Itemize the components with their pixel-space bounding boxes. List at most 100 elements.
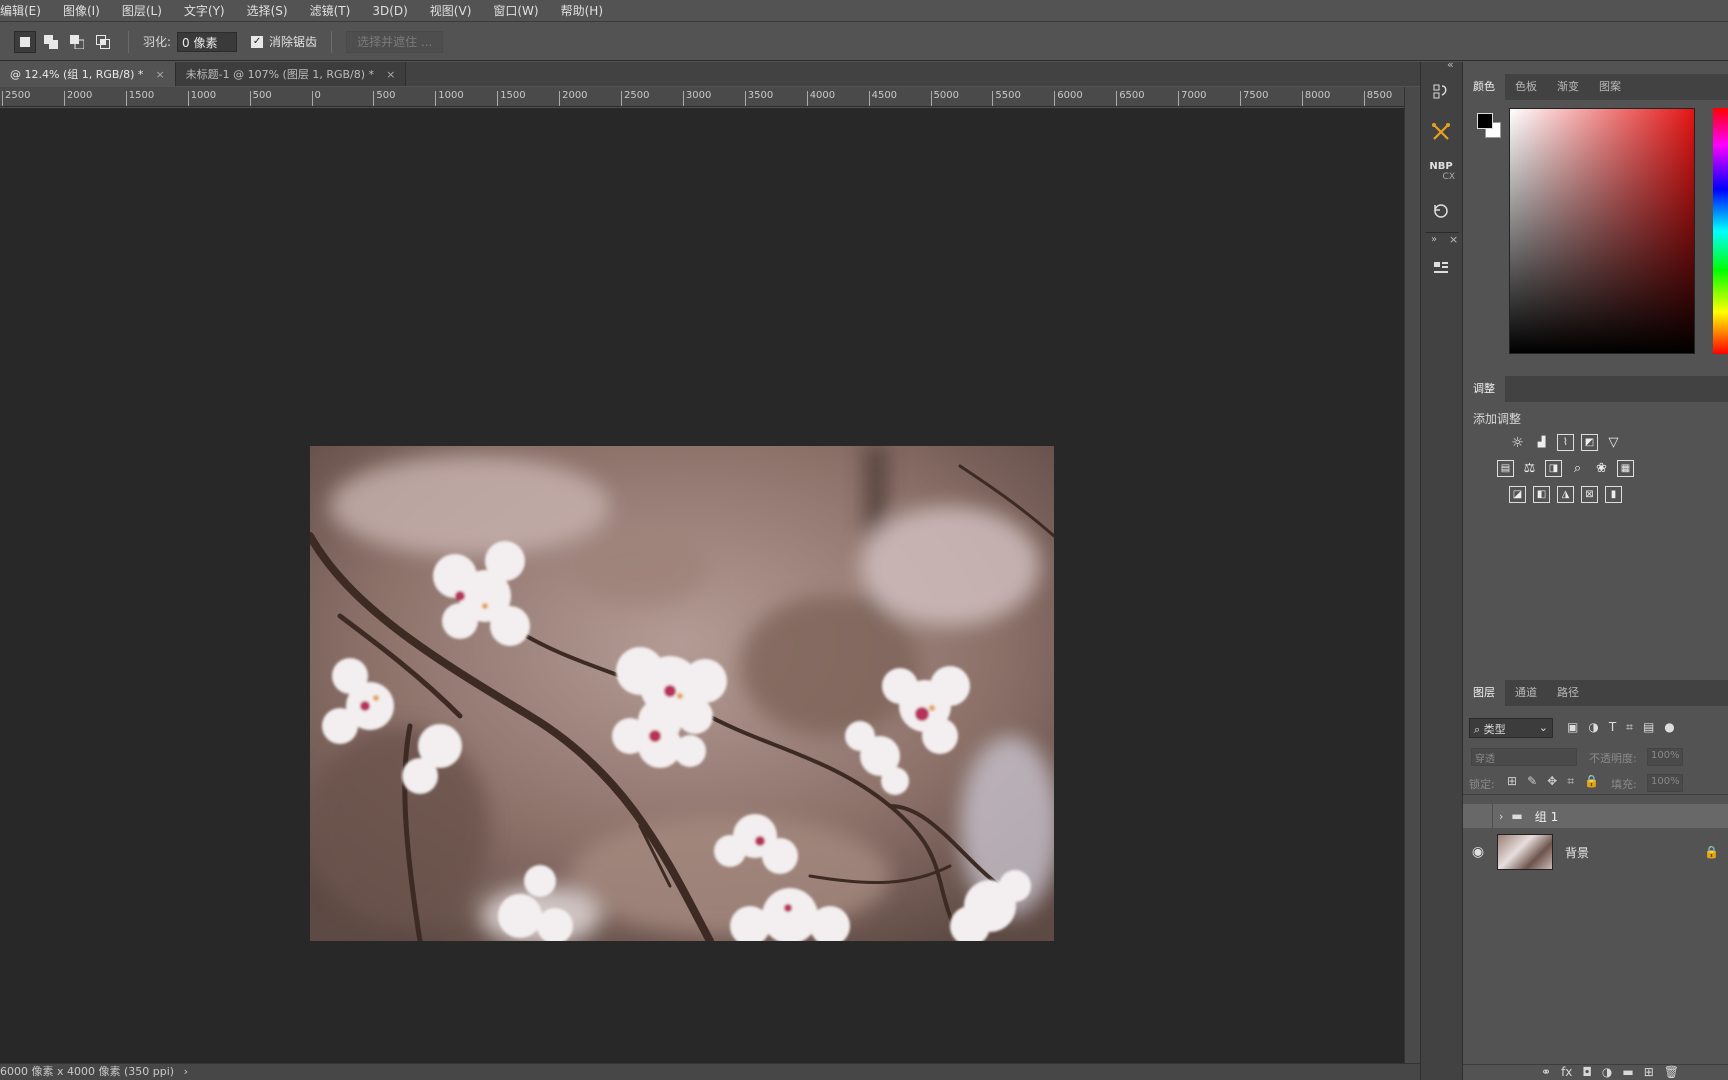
- layer-filter-icons: ▣ ◑ T ⌗ ▤ ●: [1567, 720, 1675, 735]
- menu-window[interactable]: 窗口(W): [482, 2, 549, 19]
- layer-background[interactable]: ◉ 背景 🔒: [1463, 832, 1728, 872]
- close-icon[interactable]: ×: [386, 68, 395, 81]
- expand-panels-icon[interactable]: »: [1431, 234, 1437, 245]
- tools-icon[interactable]: [1427, 118, 1455, 146]
- selective-color-icon[interactable]: ⊠: [1581, 486, 1598, 503]
- photo-filter-icon[interactable]: ⌕: [1569, 460, 1586, 477]
- layer-filter-select[interactable]: ⌕ 类型 ⌄: [1469, 718, 1553, 738]
- lock-move-icon[interactable]: ✥: [1547, 774, 1557, 789]
- delete-layer-icon[interactable]: 🗑: [1664, 1065, 1679, 1079]
- tab-color[interactable]: 颜色: [1463, 74, 1505, 100]
- menu-select[interactable]: 选择(S): [236, 2, 299, 19]
- new-group-icon[interactable]: ▬: [1622, 1065, 1633, 1079]
- chevron-right-icon[interactable]: ›: [1499, 810, 1503, 823]
- antialias-checkbox[interactable]: ✓: [251, 35, 264, 48]
- new-layer-icon[interactable]: ⊞: [1644, 1065, 1654, 1079]
- menu-filter[interactable]: 滤镜(T): [299, 2, 362, 19]
- nbp-plugin-icon[interactable]: NBP CX: [1427, 158, 1455, 186]
- visibility-toggle[interactable]: [1463, 804, 1493, 828]
- threshold-icon[interactable]: ◮: [1557, 486, 1574, 503]
- layer-group-1[interactable]: › ▬ 组 1: [1463, 804, 1728, 828]
- shape-layer-filter-icon[interactable]: ⌗: [1626, 720, 1633, 735]
- menu-help[interactable]: 帮助(H): [550, 2, 614, 19]
- type-layer-filter-icon[interactable]: T: [1609, 720, 1616, 735]
- lock-label: 锁定:: [1469, 778, 1495, 791]
- channel-mixer-icon[interactable]: ❀: [1593, 460, 1610, 477]
- canvas-area[interactable]: [0, 108, 1404, 1063]
- brightness-icon[interactable]: ☼: [1509, 434, 1526, 451]
- color-lookup-icon[interactable]: ▦: [1617, 460, 1634, 477]
- ruler-tick-label: 8500: [1363, 91, 1392, 106]
- pixel-layer-filter-icon[interactable]: ▣: [1567, 720, 1578, 735]
- vibrance-icon[interactable]: ▽: [1605, 434, 1622, 451]
- color-picker-field[interactable]: [1509, 108, 1695, 354]
- document-image[interactable]: [310, 446, 1054, 941]
- undo-history-icon[interactable]: [1427, 196, 1455, 224]
- lock-brush-icon[interactable]: ✎: [1527, 774, 1537, 789]
- menu-type[interactable]: 文字(Y): [173, 2, 236, 19]
- tab-adjustments[interactable]: 调整: [1463, 376, 1505, 402]
- new-adjustment-icon[interactable]: ◑: [1602, 1065, 1612, 1079]
- tab-channels[interactable]: 通道: [1505, 680, 1547, 706]
- intersect-selection-icon: [96, 34, 110, 49]
- menu-layer[interactable]: 图层(L): [111, 2, 173, 19]
- smart-object-filter-icon[interactable]: ▤: [1643, 720, 1654, 735]
- tab-document-1[interactable]: @ 12.4% (组 1, RGB/8) * ×: [0, 62, 176, 86]
- blend-mode-select[interactable]: 穿透: [1471, 748, 1577, 766]
- exposure-icon[interactable]: ◩: [1581, 434, 1598, 451]
- color-balance-icon[interactable]: ⚖: [1521, 460, 1538, 477]
- levels-icon[interactable]: ▟: [1533, 434, 1550, 451]
- adjustment-layer-filter-icon[interactable]: ◑: [1588, 720, 1598, 735]
- tab-document-2[interactable]: 未标题-1 @ 107% (图层 1, RGB/8) * ×: [175, 62, 407, 86]
- menu-view[interactable]: 视图(V): [419, 2, 483, 19]
- close-icon[interactable]: ×: [1449, 233, 1458, 246]
- link-layers-icon[interactable]: ⚭: [1541, 1065, 1551, 1079]
- tab-gradients[interactable]: 渐变: [1547, 74, 1589, 100]
- menu-image[interactable]: 图像(I): [52, 2, 111, 19]
- tab-patterns[interactable]: 图案: [1589, 74, 1631, 100]
- tab-paths[interactable]: 路径: [1547, 680, 1589, 706]
- vertical-scrollbar[interactable]: [1404, 87, 1420, 1063]
- new-selection-button[interactable]: [14, 30, 36, 53]
- lock-transparency-icon[interactable]: ⊞: [1507, 774, 1517, 789]
- subtract-selection-button[interactable]: [66, 31, 88, 53]
- add-selection-button[interactable]: [40, 31, 62, 53]
- menu-edit[interactable]: 编辑(E): [0, 2, 52, 19]
- gradient-map-icon[interactable]: ▮: [1605, 486, 1622, 503]
- filter-toggle-icon[interactable]: ●: [1664, 720, 1674, 735]
- close-icon[interactable]: ×: [155, 68, 164, 81]
- tab-layers[interactable]: 图层: [1463, 680, 1505, 706]
- ruler-tick-label: 0: [311, 91, 321, 106]
- history-icon[interactable]: [1427, 78, 1455, 106]
- layer-mask-icon[interactable]: ◘: [1582, 1065, 1592, 1079]
- invert-icon[interactable]: ◪: [1509, 486, 1526, 503]
- layer-style-icon[interactable]: fx: [1561, 1065, 1572, 1079]
- select-and-mask-button[interactable]: 选择并遮住 ...: [346, 30, 444, 53]
- antialias-label: 消除锯齿: [269, 35, 318, 49]
- curves-icon[interactable]: ⌇: [1557, 434, 1574, 451]
- foreground-color-swatch[interactable]: [1477, 113, 1493, 129]
- status-menu-arrow[interactable]: ›: [184, 1065, 188, 1078]
- lock-artboard-icon[interactable]: ⌗: [1567, 774, 1574, 789]
- lock-all-icon[interactable]: 🔒: [1584, 774, 1599, 789]
- adjustment-row-3: ◪ ◧ ◮ ⊠ ▮: [1509, 486, 1622, 503]
- panel-dock-strip: « NBP CX » ×: [1420, 58, 1462, 1080]
- adjustment-row-2: ▤ ⚖ ◨ ⌕ ❀ ▦: [1497, 460, 1634, 477]
- collapse-panels-icon[interactable]: «: [1447, 58, 1454, 71]
- intersect-selection-button[interactable]: [92, 31, 114, 53]
- fill-input[interactable]: 100%: [1647, 774, 1683, 792]
- nbp-label: NBP: [1429, 161, 1453, 172]
- eye-icon[interactable]: ◉: [1463, 844, 1493, 860]
- ruler-tick-label: 2500: [621, 91, 649, 106]
- menu-3d[interactable]: 3D(D): [361, 4, 418, 18]
- black-white-icon[interactable]: ◨: [1545, 460, 1562, 477]
- feather-input[interactable]: 0 像素: [177, 31, 238, 52]
- opacity-input[interactable]: 100%: [1647, 748, 1683, 766]
- cx-label: CX: [1442, 172, 1455, 182]
- hue-slider[interactable]: [1713, 108, 1728, 354]
- right-panels: 颜色 色板 渐变 图案 调整 添加调整 ☼ ▟ ⌇ ◩ ▽ ▤ ⚖ ◨ ⌕ ❀ …: [1462, 62, 1728, 1080]
- hue-saturation-icon[interactable]: ▤: [1497, 460, 1514, 477]
- properties-icon[interactable]: [1427, 254, 1455, 282]
- tab-swatches[interactable]: 色板: [1505, 74, 1547, 100]
- posterize-icon[interactable]: ◧: [1533, 486, 1550, 503]
